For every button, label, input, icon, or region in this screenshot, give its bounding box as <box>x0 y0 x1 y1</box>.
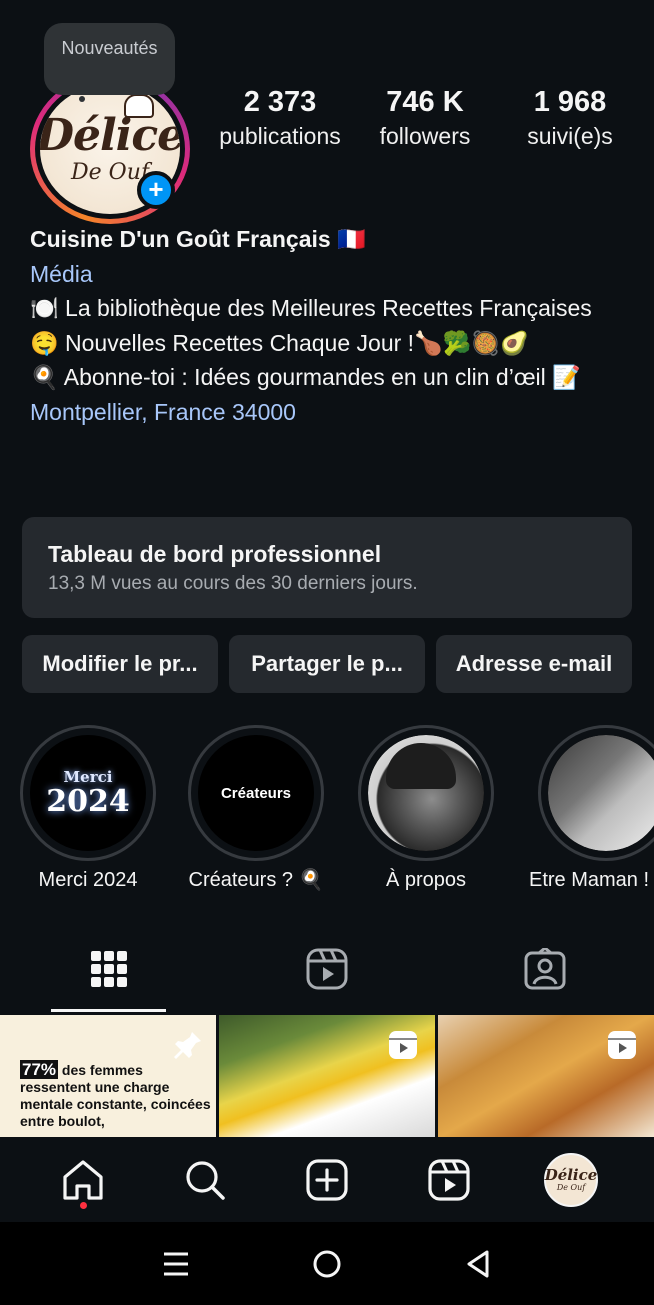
story-highlights: Merci 2024 Merci 2024 Créateurs Créateur… <box>0 725 654 900</box>
bio-line-2: 🤤 Nouvelles Recettes Chaque Jour !🍗🥦🥘🥑 <box>30 329 529 356</box>
circle-home-icon <box>313 1250 341 1277</box>
avatar-logo-text: Délice <box>544 1165 598 1184</box>
reel-badge-icon <box>608 1031 636 1059</box>
back-button[interactable] <box>448 1234 508 1294</box>
nav-home[interactable] <box>48 1145 118 1215</box>
highlight-merci-2024[interactable]: Merci 2024 Merci 2024 <box>4 725 172 894</box>
nav-profile[interactable]: Délice De Ouf <box>536 1145 606 1215</box>
profile-location-link[interactable]: Montpellier, France 34000 <box>30 395 630 430</box>
tab-posts-grid[interactable] <box>0 925 218 1013</box>
add-post-icon <box>306 1158 348 1201</box>
grid-icon <box>91 951 127 987</box>
grid-post[interactable]: 77% des femmes ressentent une charge men… <box>0 1015 216 1137</box>
profile-stats: 2 373 publications 746 K followers 1 968… <box>210 84 640 152</box>
stat-label: publications <box>219 123 341 149</box>
highlight-etre-maman[interactable]: Etre Maman ! <box>511 725 654 894</box>
pin-icon <box>174 1032 201 1059</box>
highlight-label: Créateurs ? 🍳 <box>188 869 324 891</box>
add-story-button[interactable]: + <box>137 171 175 209</box>
stat-label: followers <box>379 123 471 149</box>
nav-reels[interactable] <box>414 1145 484 1215</box>
bio-line-1: 🍽️ La bibliothèque des Meilleures Recett… <box>30 295 592 321</box>
reels-icon <box>428 1158 470 1201</box>
stat-posts[interactable]: 2 373 publications <box>210 84 350 152</box>
plus-icon: + <box>148 174 164 204</box>
reel-badge-icon <box>389 1031 417 1059</box>
notification-dot <box>80 1201 87 1209</box>
tagged-user-icon <box>524 948 566 990</box>
home-icon <box>63 1159 103 1200</box>
avatar-logo-text: Délice <box>40 110 180 161</box>
stat-label: suivi(e)s <box>527 123 613 149</box>
share-profile-button[interactable]: Partager le p... <box>229 635 425 693</box>
dashboard-subtitle: 13,3 M vues au cours des 30 derniers jou… <box>48 573 418 594</box>
profile-bio: Cuisine D'un Goût Français 🇫🇷 Média 🍽️ L… <box>30 222 630 429</box>
highlight-label: Etre Maman ! <box>529 869 650 891</box>
tooltip-text: Nouveautés <box>61 38 158 58</box>
tab-reels[interactable] <box>218 925 436 1013</box>
stat-following[interactable]: 1 968 suivi(e)s <box>500 84 640 152</box>
stat-value: 1 968 <box>533 86 607 118</box>
dashboard-title: Tableau de bord professionnel <box>48 541 382 567</box>
nav-search[interactable] <box>170 1145 240 1215</box>
back-triangle-icon <box>467 1250 489 1277</box>
highlight-cover-text: Créateurs <box>220 784 292 802</box>
grid-post[interactable] <box>438 1015 654 1137</box>
highlight-createurs[interactable]: Créateurs Créateurs ? 🍳 <box>172 725 340 894</box>
avatar-logo-subtext: De Ouf <box>71 160 149 185</box>
stat-value: 2 373 <box>243 86 317 118</box>
highlight-cover-year: 2024 <box>46 784 130 819</box>
search-icon <box>186 1160 225 1200</box>
grid-post[interactable] <box>219 1015 435 1137</box>
stat-followers[interactable]: 746 K followers <box>355 84 495 152</box>
tooltip-pointer <box>79 96 85 102</box>
android-navigation-bar <box>0 1222 654 1305</box>
profile-action-buttons: Modifier le pr... Partager le p... Adres… <box>22 635 632 693</box>
profile-name: Cuisine D'un Goût Français 🇫🇷 <box>30 226 366 252</box>
highlight-cover-photo <box>368 735 484 851</box>
profile-avatar-small: Délice De Ouf <box>544 1152 598 1207</box>
whats-new-tooltip[interactable]: Nouveautés <box>44 23 175 95</box>
avatar-logo-subtext: De Ouf <box>556 1182 586 1192</box>
post-highlight-percentage: 77% <box>20 1060 59 1079</box>
bottom-navigation: Délice De Ouf <box>0 1137 654 1222</box>
nav-create[interactable] <box>292 1145 362 1215</box>
highlight-cover-photo <box>548 735 654 851</box>
profile-content-tabs <box>0 925 654 1013</box>
highlight-label: Merci 2024 <box>38 869 138 891</box>
edit-profile-button[interactable]: Modifier le pr... <box>22 635 218 693</box>
highlight-label: À propos <box>385 869 467 891</box>
posts-grid: 77% des femmes ressentent une charge men… <box>0 1015 654 1137</box>
tab-tagged[interactable] <box>436 925 654 1013</box>
active-tab-indicator <box>51 1009 166 1012</box>
bio-line-3: 🍳 Abonne-toi : Idées gourmandes en un cl… <box>30 364 581 390</box>
home-button[interactable] <box>297 1234 357 1294</box>
profile-category: Média <box>30 260 93 287</box>
reels-icon <box>306 948 348 990</box>
professional-dashboard-card[interactable]: Tableau de bord professionnel 13,3 M vue… <box>22 517 632 618</box>
chef-hat-icon <box>124 94 154 118</box>
stat-value: 746 K <box>386 86 464 118</box>
highlight-a-propos[interactable]: À propos <box>342 725 510 894</box>
email-button[interactable]: Adresse e-mail <box>436 635 632 693</box>
recents-icon <box>163 1252 188 1275</box>
recent-apps-button[interactable] <box>146 1234 206 1294</box>
